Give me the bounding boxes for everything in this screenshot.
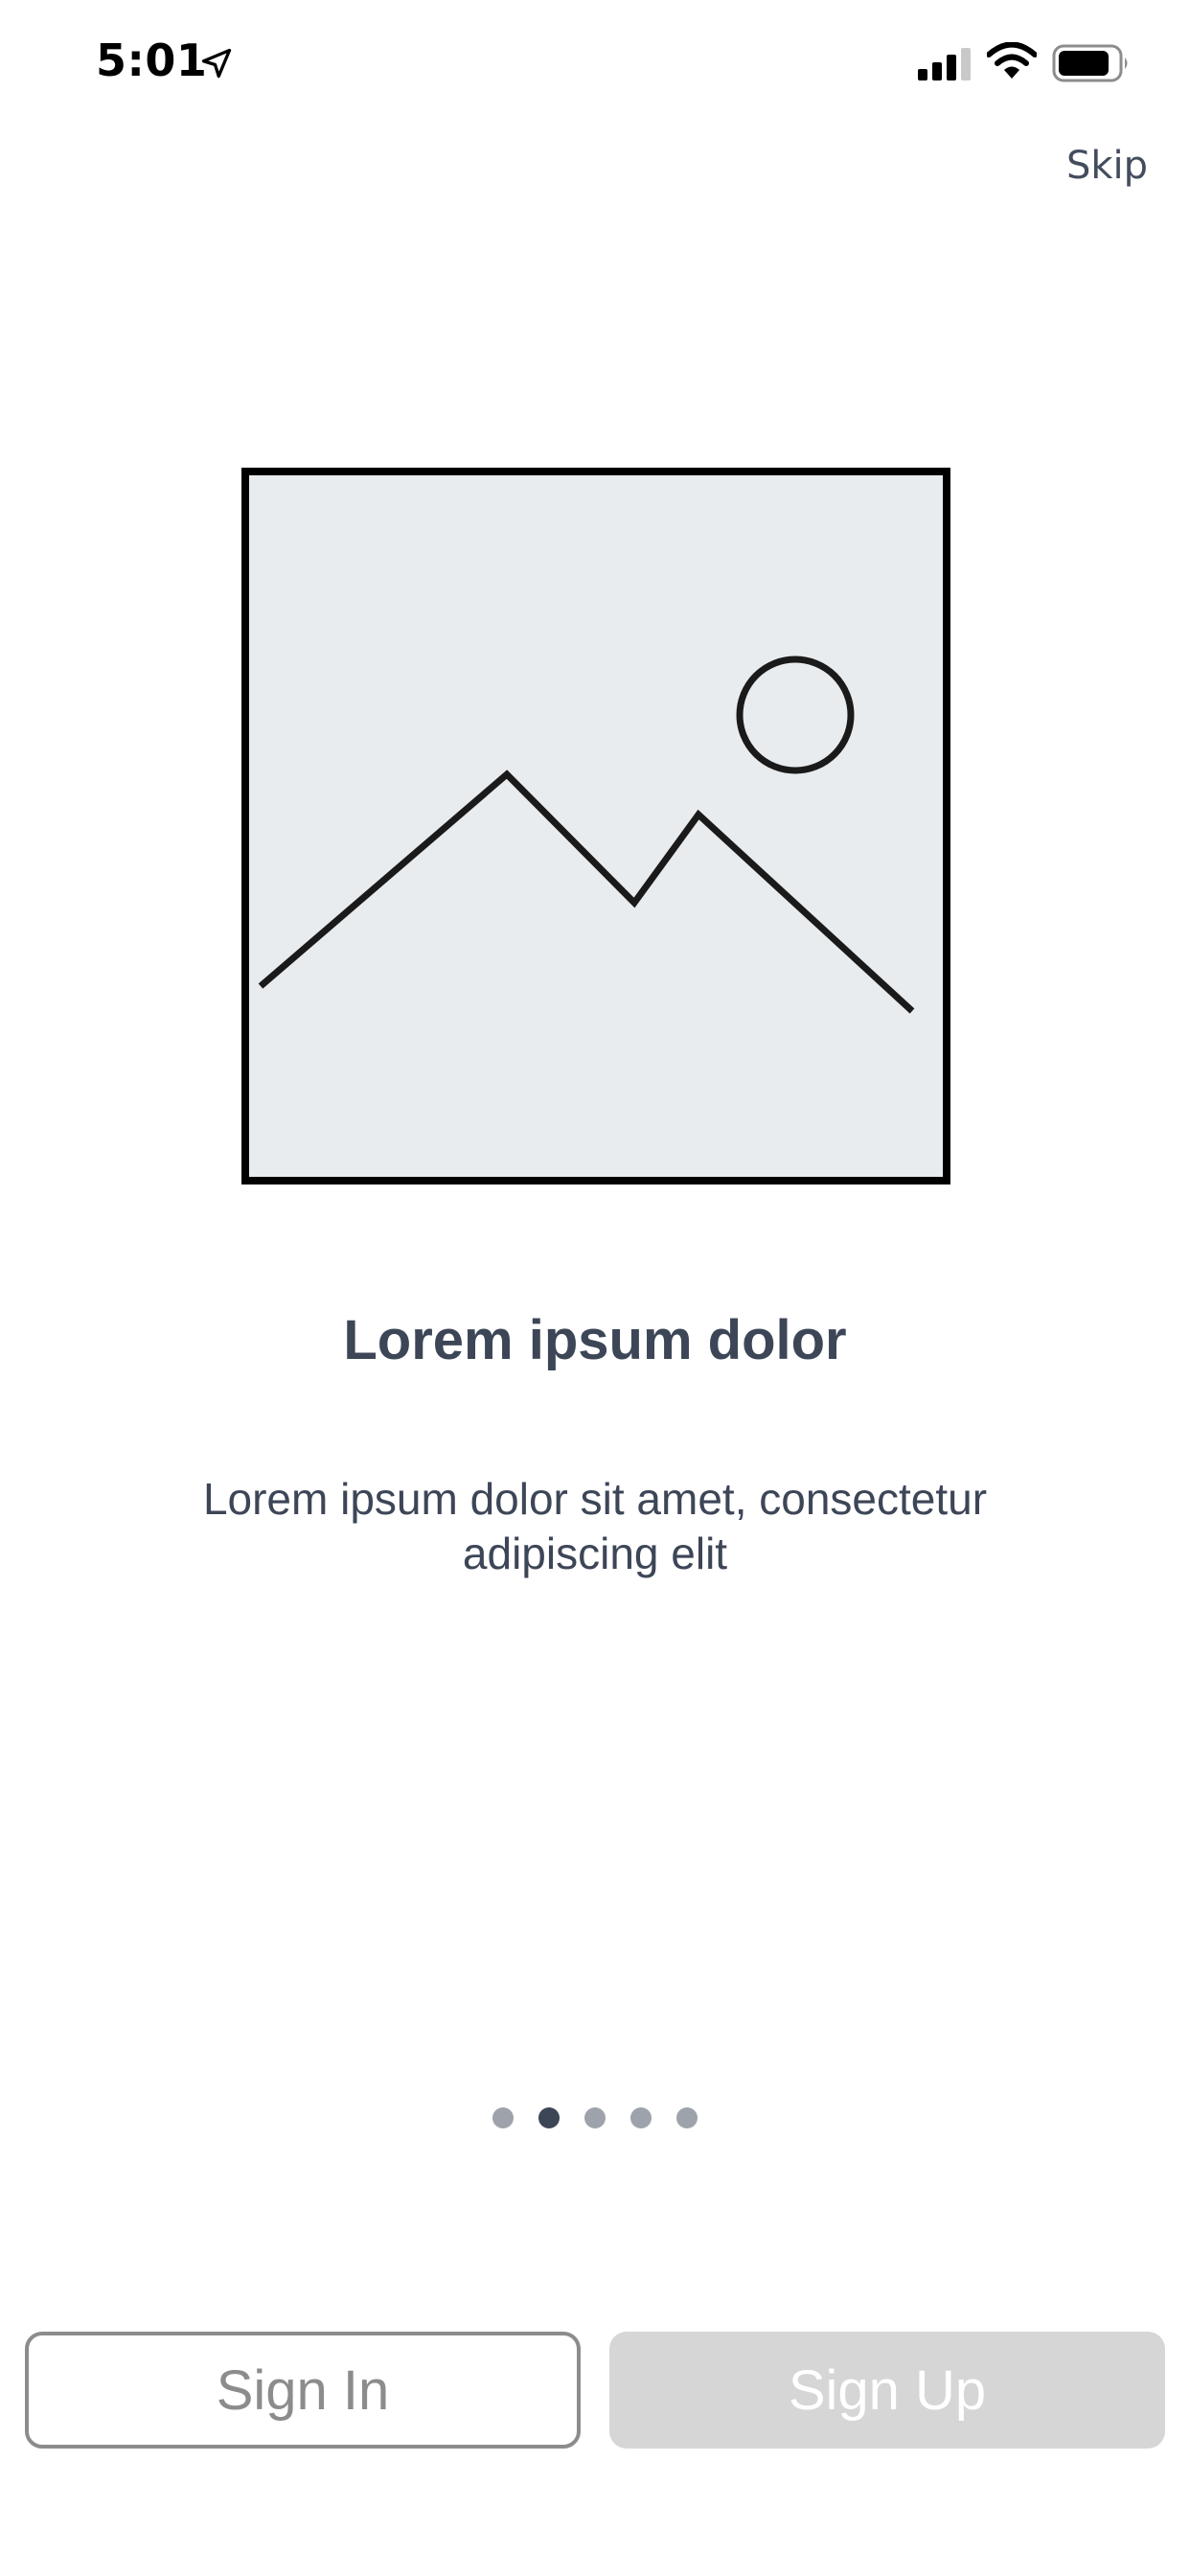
battery-icon bbox=[1052, 44, 1128, 82]
sign-in-button[interactable]: Sign In bbox=[25, 2332, 581, 2449]
sign-up-button[interactable]: Sign Up bbox=[609, 2332, 1165, 2449]
wifi-icon bbox=[987, 42, 1037, 79]
page-dot[interactable] bbox=[492, 2107, 514, 2128]
page-indicator bbox=[0, 2107, 1190, 2130]
onboarding-subtitle: Lorem ipsum dolor sit amet, consectetur … bbox=[202, 1474, 988, 1578]
page-dot-active[interactable] bbox=[538, 2107, 560, 2128]
status-bar: 5:01 bbox=[0, 0, 1190, 134]
cellular-signal-icon bbox=[918, 48, 971, 80]
status-time: 5:01 bbox=[96, 34, 208, 86]
image-placeholder-icon bbox=[241, 468, 950, 1184]
onboarding-title: Lorem ipsum dolor bbox=[343, 1309, 847, 1371]
location-arrow-icon bbox=[201, 48, 232, 79]
page-dot[interactable] bbox=[584, 2107, 606, 2128]
page-dot[interactable] bbox=[676, 2107, 698, 2128]
skip-button[interactable]: Skip bbox=[1066, 144, 1148, 188]
page-dot[interactable] bbox=[630, 2107, 652, 2128]
